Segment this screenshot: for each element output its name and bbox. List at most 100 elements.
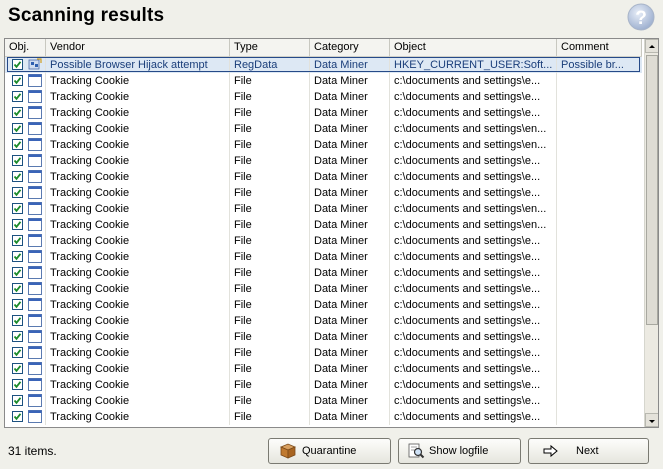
table-row[interactable]: Tracking Cookie File Data Miner c:\document… — [5, 409, 642, 425]
check-icon — [13, 205, 22, 213]
row-checkbox[interactable] — [12, 267, 23, 278]
column-header-obj[interactable]: Obj. — [5, 39, 46, 56]
row-comment — [557, 281, 642, 297]
row-checkbox[interactable] — [12, 347, 23, 358]
column-header-type[interactable]: Type — [230, 39, 310, 56]
table-row[interactable]: Tracking Cookie File Data Miner c:\document… — [5, 169, 642, 185]
table-row[interactable]: Tracking Cookie File Data Miner c:\document… — [5, 249, 642, 265]
row-comment — [557, 297, 642, 313]
scrollbar-thumb[interactable] — [646, 55, 658, 325]
table-row[interactable]: Tracking Cookie File Data Miner c:\document… — [5, 105, 642, 121]
file-icon — [28, 218, 42, 231]
row-checkbox[interactable] — [12, 331, 23, 342]
help-icon[interactable]: ? — [627, 3, 655, 31]
row-type: File — [234, 379, 252, 391]
table-row[interactable]: Possible Browser Hijack attempt RegData Da… — [5, 57, 642, 73]
row-type: File — [234, 75, 252, 87]
row-category: Data Miner — [314, 363, 368, 375]
vertical-scrollbar[interactable] — [644, 39, 658, 427]
table-row[interactable]: Tracking Cookie File Data Miner c:\document… — [5, 217, 642, 233]
row-vendor: Tracking Cookie — [50, 331, 130, 343]
table-row[interactable]: Tracking Cookie File Data Miner c:\document… — [5, 345, 642, 361]
table-row[interactable]: Tracking Cookie File Data Miner c:\document… — [5, 201, 642, 217]
column-header-vendor[interactable]: Vendor — [46, 39, 230, 56]
check-icon — [13, 173, 22, 181]
table-row[interactable]: Tracking Cookie File Data Miner c:\document… — [5, 361, 642, 377]
quarantine-button[interactable]: Quarantine — [268, 438, 391, 464]
column-header-comment[interactable]: Comment — [557, 39, 642, 56]
row-object: c:\documents and settings\e... — [394, 251, 541, 263]
row-checkbox[interactable] — [12, 75, 23, 86]
row-object: c:\documents and settings\e... — [394, 91, 541, 103]
row-category: Data Miner — [314, 299, 368, 311]
row-type: File — [234, 283, 252, 295]
row-checkbox[interactable] — [12, 299, 23, 310]
check-icon — [13, 397, 22, 405]
show-logfile-button[interactable]: Show logfile — [398, 438, 521, 464]
table-row[interactable]: Tracking Cookie File Data Miner c:\document… — [5, 377, 642, 393]
row-checkbox[interactable] — [12, 363, 23, 374]
file-icon — [28, 170, 42, 183]
row-type: File — [234, 315, 252, 327]
scroll-up-button[interactable] — [645, 39, 658, 53]
table-row[interactable]: Tracking Cookie File Data Miner c:\document… — [5, 153, 642, 169]
row-checkbox[interactable] — [12, 139, 23, 150]
table-row[interactable]: Tracking Cookie File Data Miner c:\document… — [5, 89, 642, 105]
table-row[interactable]: Tracking Cookie File Data Miner c:\document… — [5, 313, 642, 329]
table-row[interactable]: Tracking Cookie File Data Miner c:\document… — [5, 329, 642, 345]
row-comment — [557, 73, 642, 89]
row-vendor: Tracking Cookie — [50, 267, 130, 279]
row-checkbox[interactable] — [12, 379, 23, 390]
row-checkbox[interactable] — [12, 251, 23, 262]
results-list[interactable]: Obj. Vendor Type Category Object Comment… — [4, 38, 659, 428]
table-row[interactable]: Tracking Cookie File Data Miner c:\document… — [5, 185, 642, 201]
table-row[interactable]: Tracking Cookie File Data Miner c:\document… — [5, 265, 642, 281]
row-category: Data Miner — [314, 347, 368, 359]
row-checkbox[interactable] — [12, 315, 23, 326]
check-icon — [13, 125, 22, 133]
check-icon — [13, 413, 22, 421]
row-checkbox[interactable] — [12, 395, 23, 406]
check-icon — [13, 109, 22, 117]
file-icon — [28, 298, 42, 311]
row-checkbox[interactable] — [12, 411, 23, 422]
row-object: c:\documents and settings\e... — [394, 395, 541, 407]
column-header-category[interactable]: Category — [310, 39, 390, 56]
row-comment — [557, 185, 642, 201]
table-row[interactable]: Tracking Cookie File Data Miner c:\document… — [5, 281, 642, 297]
registry-icon — [28, 58, 42, 71]
item-count: 31 items. — [8, 444, 57, 458]
table-row[interactable]: Tracking Cookie File Data Miner c:\document… — [5, 233, 642, 249]
row-category: Data Miner — [314, 315, 368, 327]
file-icon — [28, 282, 42, 295]
row-comment — [557, 265, 642, 281]
table-row[interactable]: Tracking Cookie File Data Miner c:\document… — [5, 137, 642, 153]
column-header-object[interactable]: Object — [390, 39, 557, 56]
row-checkbox[interactable] — [12, 155, 23, 166]
row-category: Data Miner — [314, 139, 368, 151]
row-checkbox[interactable] — [12, 283, 23, 294]
row-checkbox[interactable] — [12, 219, 23, 230]
check-icon — [13, 157, 22, 165]
table-row[interactable]: Tracking Cookie File Data Miner c:\document… — [5, 393, 642, 409]
row-vendor: Tracking Cookie — [50, 235, 130, 247]
row-object: c:\documents and settings\e... — [394, 363, 541, 375]
row-checkbox[interactable] — [12, 59, 23, 70]
row-checkbox[interactable] — [12, 91, 23, 102]
row-checkbox[interactable] — [12, 107, 23, 118]
row-vendor: Tracking Cookie — [50, 251, 130, 263]
table-row[interactable]: Tracking Cookie File Data Miner c:\document… — [5, 121, 642, 137]
row-checkbox[interactable] — [12, 123, 23, 134]
list-rows: Possible Browser Hijack attempt RegData Da… — [5, 57, 642, 427]
row-checkbox[interactable] — [12, 235, 23, 246]
row-checkbox[interactable] — [12, 171, 23, 182]
table-row[interactable]: Tracking Cookie File Data Miner c:\document… — [5, 73, 642, 89]
row-checkbox[interactable] — [12, 203, 23, 214]
row-checkbox[interactable] — [12, 187, 23, 198]
file-icon — [28, 106, 42, 119]
table-row[interactable]: Tracking Cookie File Data Miner c:\document… — [5, 297, 642, 313]
row-vendor: Tracking Cookie — [50, 299, 130, 311]
next-button[interactable]: Next — [528, 438, 649, 464]
scroll-down-button[interactable] — [645, 413, 658, 427]
check-icon — [13, 141, 22, 149]
